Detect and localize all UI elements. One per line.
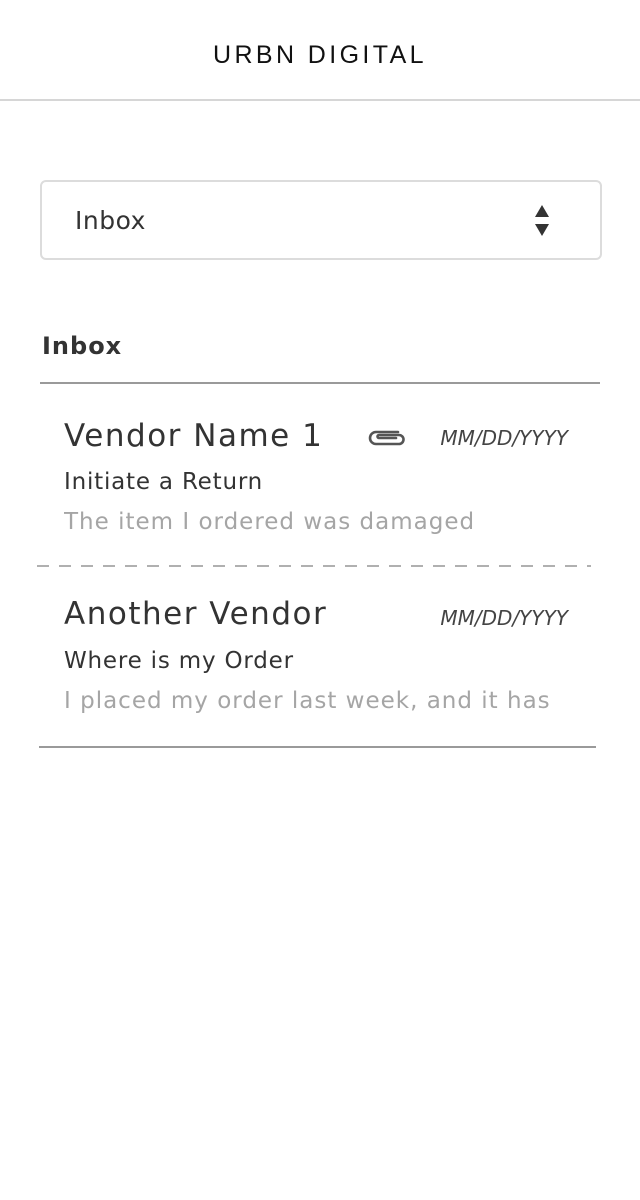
message-date: MM/DD/YYYY (440, 426, 568, 450)
message-item[interactable]: Another Vendor MM/DD/YYYY Where is my Or… (40, 567, 600, 747)
brand-title: URBN DIGITAL (213, 41, 427, 69)
app-header: URBN DIGITAL (0, 0, 640, 101)
sort-updown-icon (535, 205, 549, 236)
section-title: Inbox (42, 332, 123, 360)
message-preview: I placed my order last week, and it has (64, 688, 551, 714)
message-item[interactable]: Vendor Name 1 MM/DD/YYYY Initiate a Retu… (40, 384, 600, 566)
message-vendor: Another Vendor (64, 596, 328, 632)
paperclip-icon (368, 430, 405, 446)
list-bottom-divider (39, 746, 596, 748)
message-subject: Initiate a Return (64, 469, 264, 495)
folder-select[interactable]: Inbox (40, 180, 602, 260)
message-subject: Where is my Order (64, 648, 294, 674)
folder-select-value: Inbox (75, 206, 146, 235)
message-vendor: Vendor Name 1 (64, 418, 324, 454)
message-preview: The item I ordered was damaged (64, 509, 476, 535)
message-date: MM/DD/YYYY (440, 606, 568, 630)
